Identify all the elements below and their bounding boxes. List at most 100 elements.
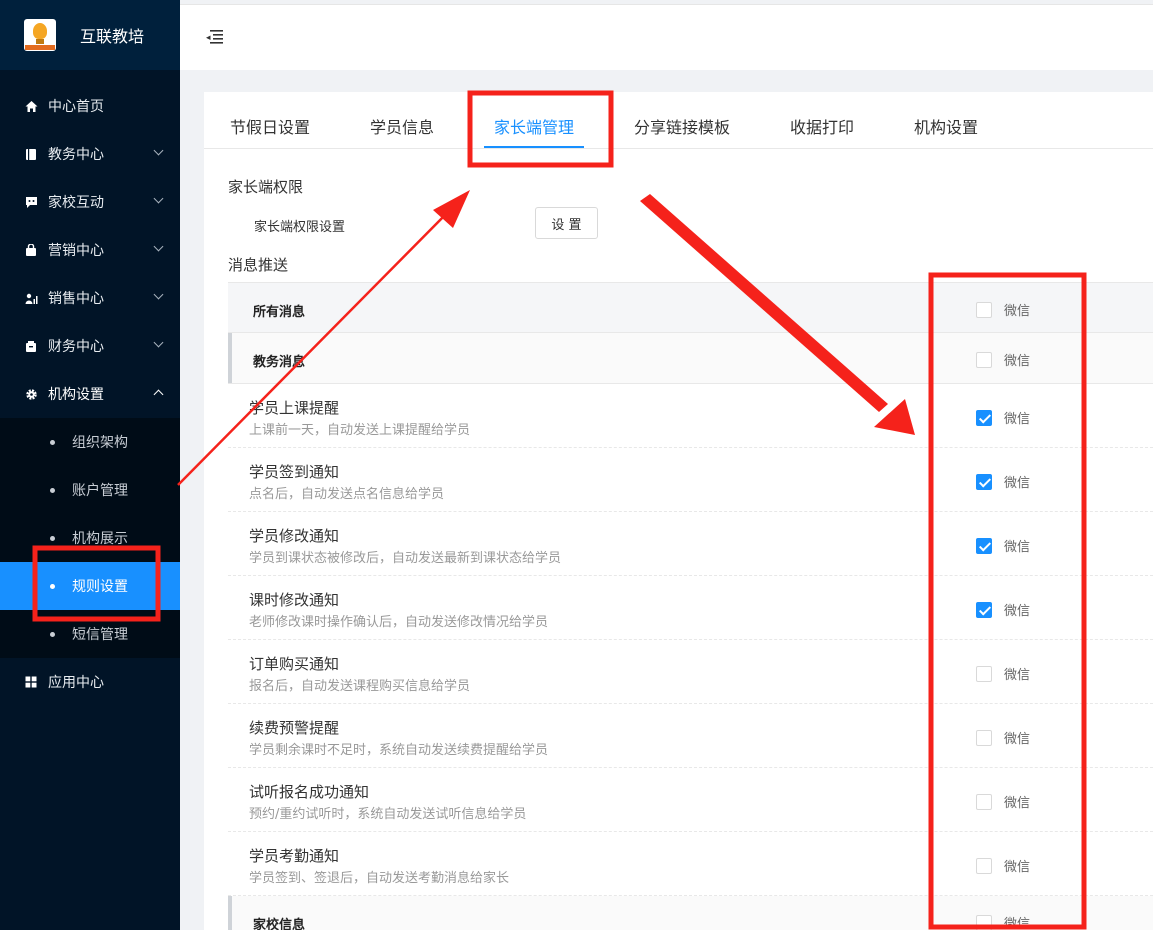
row-wechat-checkbox-wrap[interactable]: 微信 bbox=[976, 472, 1030, 491]
all-wechat-checkbox-wrap[interactable]: 微信 bbox=[976, 300, 1030, 319]
gear-icon bbox=[24, 387, 38, 401]
sidebar-subitem-org-structure[interactable]: 组织架构 bbox=[0, 418, 180, 466]
sidebar-item-label: 机构设置 bbox=[48, 387, 104, 403]
message-title: 订单购买通知 bbox=[249, 655, 340, 673]
chevron-down-icon bbox=[153, 193, 164, 204]
org-settings-submenu: 组织架构 账户管理 机构展示 规则设置 短信管理 bbox=[0, 418, 180, 658]
active-tab-underline bbox=[484, 146, 584, 148]
table-header-row: 所有消息 微信 bbox=[228, 282, 1153, 333]
wechat-checkbox[interactable] bbox=[976, 914, 992, 930]
chevron-down-icon bbox=[153, 241, 164, 252]
table-row: 课时修改通知 老师修改课时操作确认后，自动发送修改情况给学员 微信 bbox=[228, 576, 1153, 640]
content-card: 节假日设置 学员信息 家长端管理 分享链接模板 收据打印 机构设置 家长端权限 … bbox=[204, 92, 1153, 930]
tab-org-settings[interactable]: 机构设置 bbox=[914, 114, 978, 138]
sidebar-item-finance[interactable]: 财务中心 bbox=[0, 322, 180, 370]
message-title: 学员修改通知 bbox=[249, 527, 340, 545]
table-row: 学员修改通知学员到课状态被修改后，自动发送最新到课状态给学员 微信 bbox=[228, 512, 1153, 576]
sidebar-item-org-settings[interactable]: 机构设置 bbox=[0, 370, 180, 418]
group-label: 家校信息 bbox=[253, 918, 306, 930]
subitem-label: 账户管理 bbox=[72, 483, 128, 499]
wechat-checkbox[interactable] bbox=[976, 351, 992, 368]
wechat-checkbox[interactable] bbox=[976, 601, 992, 618]
wechat-label: 微信 bbox=[1004, 668, 1031, 683]
top-header bbox=[180, 4, 1153, 70]
row-wechat-checkbox-wrap[interactable]: 微信 bbox=[976, 728, 1030, 747]
grid-icon bbox=[24, 675, 38, 689]
sidebar-subitem-sms[interactable]: 短信管理 bbox=[0, 610, 180, 658]
chevron-up-icon bbox=[153, 389, 164, 400]
group-wechat-checkbox-wrap[interactable]: 微信 bbox=[976, 350, 1030, 369]
tab-share-link-template[interactable]: 分享链接模板 bbox=[634, 114, 730, 138]
permission-settings-button[interactable]: 设 置 bbox=[535, 207, 598, 239]
sidebar-item-label: 销售中心 bbox=[48, 291, 104, 307]
wechat-checkbox[interactable] bbox=[976, 857, 992, 874]
message-description: 学员剩余课时不足时，系统自动发送续费提醒给学员 bbox=[249, 743, 549, 758]
wechat-checkbox[interactable] bbox=[976, 729, 992, 746]
row-wechat-checkbox-wrap[interactable]: 微信 bbox=[976, 792, 1030, 811]
wechat-label: 微信 bbox=[1004, 354, 1031, 369]
subitem-label: 规则设置 bbox=[72, 579, 128, 595]
message-title: 试听报名成功通知 bbox=[249, 783, 370, 801]
wechat-label: 微信 bbox=[1004, 732, 1031, 747]
wechat-label: 微信 bbox=[1004, 604, 1031, 619]
sidebar-subitem-accounts[interactable]: 账户管理 bbox=[0, 466, 180, 514]
wechat-checkbox[interactable] bbox=[976, 473, 992, 490]
bullet-dot bbox=[50, 631, 55, 637]
row-wechat-checkbox-wrap[interactable]: 微信 bbox=[976, 664, 1030, 683]
subitem-label: 组织架构 bbox=[72, 435, 128, 451]
table-row: 学员上课提醒 上课前一天，自动发送上课提醒给学员 微信 bbox=[228, 384, 1153, 448]
wechat-label: 微信 bbox=[1004, 860, 1031, 875]
tab-receipt-print[interactable]: 收据打印 bbox=[790, 114, 854, 138]
bullet-dot bbox=[50, 535, 55, 541]
wechat-label: 微信 bbox=[1004, 304, 1031, 319]
wechat-checkbox[interactable] bbox=[976, 665, 992, 682]
row-wechat-checkbox-wrap[interactable]: 微信 bbox=[976, 536, 1030, 555]
chat-icon bbox=[24, 195, 38, 209]
menu-fold-icon[interactable] bbox=[204, 27, 224, 45]
sidebar-item-apps[interactable]: 应用中心 bbox=[0, 658, 180, 706]
table-row: 学员考勤通知 学员签到、签退后，自动发送考勤消息给家长 微信 bbox=[228, 832, 1153, 896]
chevron-down-icon bbox=[153, 289, 164, 300]
sidebar-item-sales[interactable]: 销售中心 bbox=[0, 274, 180, 322]
message-title: 续费预警提醒 bbox=[249, 719, 340, 737]
logo-bar: 互联教培 bbox=[0, 0, 180, 70]
sidebar-item-label: 财务中心 bbox=[48, 339, 104, 355]
settings-tabs: 节假日设置 学员信息 家长端管理 分享链接模板 收据打印 机构设置 bbox=[204, 92, 1153, 149]
group-wechat-checkbox-wrap[interactable]: 微信 bbox=[976, 913, 1030, 930]
message-description: 学员到课状态被修改后，自动发送最新到课状态给学员 bbox=[249, 551, 562, 566]
message-push-table: 所有消息 微信 教务消息 微信 学员上课提醒 上课前一天，自动发送上课提醒给学员微… bbox=[228, 282, 1153, 930]
wechat-checkbox[interactable] bbox=[976, 537, 992, 554]
message-title: 学员签到通知 bbox=[249, 463, 340, 481]
sidebar-item-marketing[interactable]: 营销中心 bbox=[0, 226, 180, 274]
tab-student-info[interactable]: 学员信息 bbox=[370, 114, 434, 138]
lightbulb-logo-icon bbox=[24, 19, 56, 51]
sidebar-item-home-school[interactable]: 家校互动 bbox=[0, 178, 180, 226]
sidebar-item-label: 应用中心 bbox=[48, 675, 104, 691]
row-wechat-checkbox-wrap[interactable]: 微信 bbox=[976, 600, 1030, 619]
wechat-label: 微信 bbox=[1004, 540, 1031, 555]
parent-permission-title: 家长端权限 bbox=[228, 178, 304, 196]
wechat-label: 微信 bbox=[1004, 412, 1031, 427]
sidebar-item-label: 家校互动 bbox=[48, 195, 104, 211]
wechat-checkbox[interactable] bbox=[976, 301, 992, 318]
sidebar-subitem-rules[interactable]: 规则设置 bbox=[0, 562, 180, 610]
group-bar bbox=[228, 333, 232, 383]
wechat-checkbox[interactable] bbox=[976, 409, 992, 426]
group-row-home-school: 家校信息 微信 bbox=[228, 896, 1153, 930]
sidebar-subitem-org-display[interactable]: 机构展示 bbox=[0, 514, 180, 562]
group-label: 教务消息 bbox=[253, 355, 306, 370]
chevron-down-icon bbox=[153, 337, 164, 348]
subitem-label: 短信管理 bbox=[72, 627, 128, 643]
tab-parent-management[interactable]: 家长端管理 bbox=[494, 114, 574, 138]
message-description: 点名后，自动发送点名信息给学员 bbox=[249, 487, 445, 502]
wechat-label: 微信 bbox=[1004, 917, 1031, 930]
row-wechat-checkbox-wrap[interactable]: 微信 bbox=[976, 408, 1030, 427]
row-wechat-checkbox-wrap[interactable]: 微信 bbox=[976, 856, 1030, 875]
wechat-checkbox[interactable] bbox=[976, 793, 992, 810]
all-messages-label: 所有消息 bbox=[253, 305, 306, 320]
sidebar-item-home[interactable]: 中心首页 bbox=[0, 82, 180, 130]
sidebar-item-academic[interactable]: 教务中心 bbox=[0, 130, 180, 178]
group-bar bbox=[228, 896, 232, 930]
chevron-down-icon bbox=[153, 145, 164, 156]
tab-holidays[interactable]: 节假日设置 bbox=[230, 114, 310, 138]
